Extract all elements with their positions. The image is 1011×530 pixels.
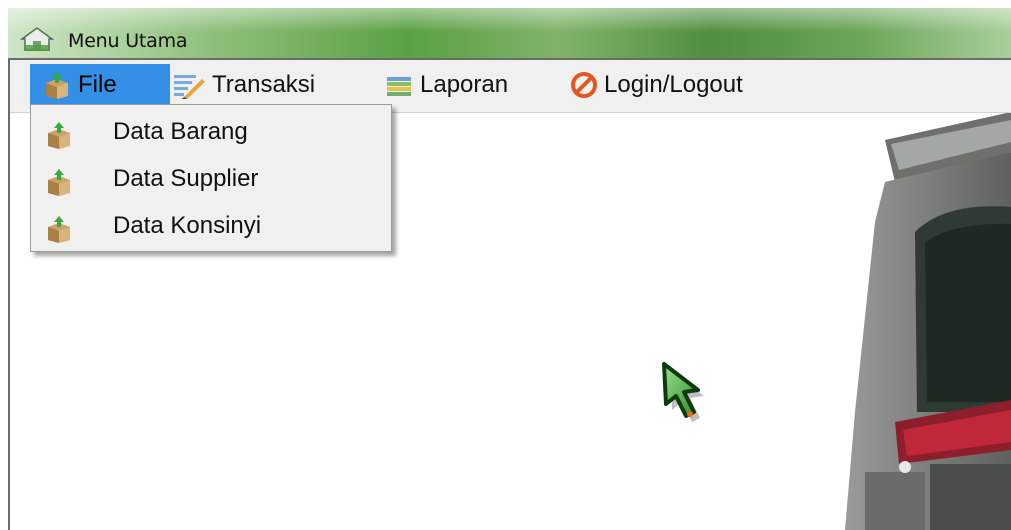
title-bar[interactable]: Menu Utama [8, 8, 1011, 58]
menu-transaksi-label: Transaksi [212, 71, 316, 98]
file-dropdown-menu: Data Barang Data Supplier Data Konsinyi [30, 104, 392, 252]
edit-icon [174, 75, 205, 99]
menu-item-data-konsinyi-label: Data Konsinyi [113, 212, 262, 239]
menu-transaksi[interactable]: Transaksi [172, 64, 352, 106]
menu-laporan-label: Laporan [420, 71, 509, 98]
menu-login-logout[interactable]: Login/Logout [570, 64, 800, 106]
report-icon [387, 77, 411, 96]
menu-laporan[interactable]: Laporan [384, 64, 544, 106]
menu-file-label: File [78, 71, 117, 98]
box-icon [48, 122, 70, 149]
box-icon [48, 216, 70, 243]
menu-file[interactable]: File [30, 64, 170, 106]
window-title: Menu Utama [68, 30, 188, 52]
background-building-image [845, 112, 1011, 530]
menu-item-data-supplier-label: Data Supplier [113, 165, 259, 192]
box-icon [48, 169, 70, 196]
main-window: Menu Utama File Transaksi Laporan Login/… [0, 0, 1011, 530]
menu-item-data-barang-label: Data Barang [113, 118, 248, 145]
menu-login-logout-label: Login/Logout [604, 71, 743, 98]
menu-item-data-supplier[interactable]: Data Supplier [31, 156, 391, 202]
box-icon [46, 72, 68, 99]
mouse-cursor-icon [662, 362, 704, 422]
menu-item-data-barang[interactable]: Data Barang [31, 109, 391, 155]
menu-item-data-konsinyi[interactable]: Data Konsinyi [31, 203, 391, 249]
no-entry-icon [571, 72, 597, 98]
house-icon [20, 27, 54, 51]
